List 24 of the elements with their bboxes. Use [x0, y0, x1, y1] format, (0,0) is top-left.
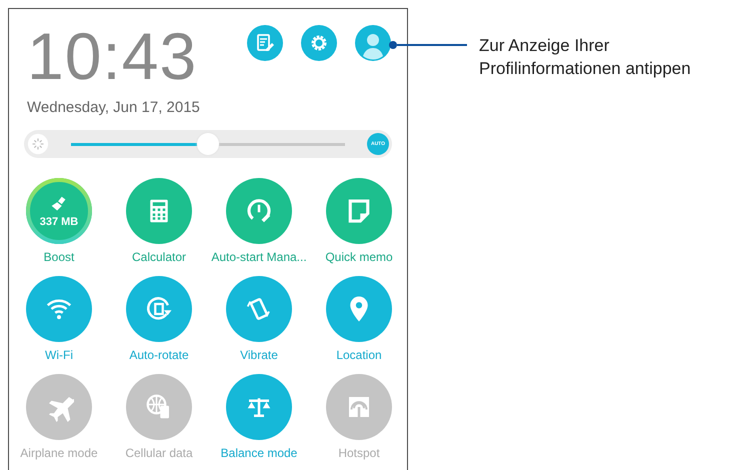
tile-label: Quick memo — [325, 250, 393, 264]
brightness-icon — [27, 133, 49, 155]
tile-label: Auto-rotate — [129, 348, 189, 362]
tile-label: Location — [336, 348, 382, 362]
tile-label: Balance mode — [220, 446, 298, 460]
clock-time: 10:43 — [27, 23, 198, 89]
tile-label: Auto-start Mana... — [211, 250, 307, 264]
tile-label: Hotspot — [338, 446, 380, 460]
tile-label: Cellular data — [125, 446, 193, 460]
app-shortcut[interactable]: 337 MB — [26, 178, 92, 244]
tile-label: Airplane mode — [20, 446, 98, 460]
profile-avatar-icon[interactable] — [355, 25, 391, 61]
memory-amount: 337 MB — [40, 216, 78, 228]
tile-label: Boost — [44, 250, 74, 264]
clock-date: Wednesday, Jun 17, 2015 — [27, 99, 200, 116]
slider-thumb[interactable] — [197, 133, 219, 155]
tile-label: Calculator — [132, 250, 186, 264]
ring-drawing — [26, 178, 92, 244]
settings-icon[interactable] — [301, 25, 337, 61]
callout-text: Zur Anzeige Ihrer Profilinformationen antippen — [479, 35, 692, 80]
edit-list-icon[interactable] — [247, 25, 283, 61]
brightness-slider[interactable] — [71, 133, 345, 155]
tile-label: Vibrate — [240, 348, 278, 362]
tile-label: Wi-Fi — [45, 348, 73, 362]
